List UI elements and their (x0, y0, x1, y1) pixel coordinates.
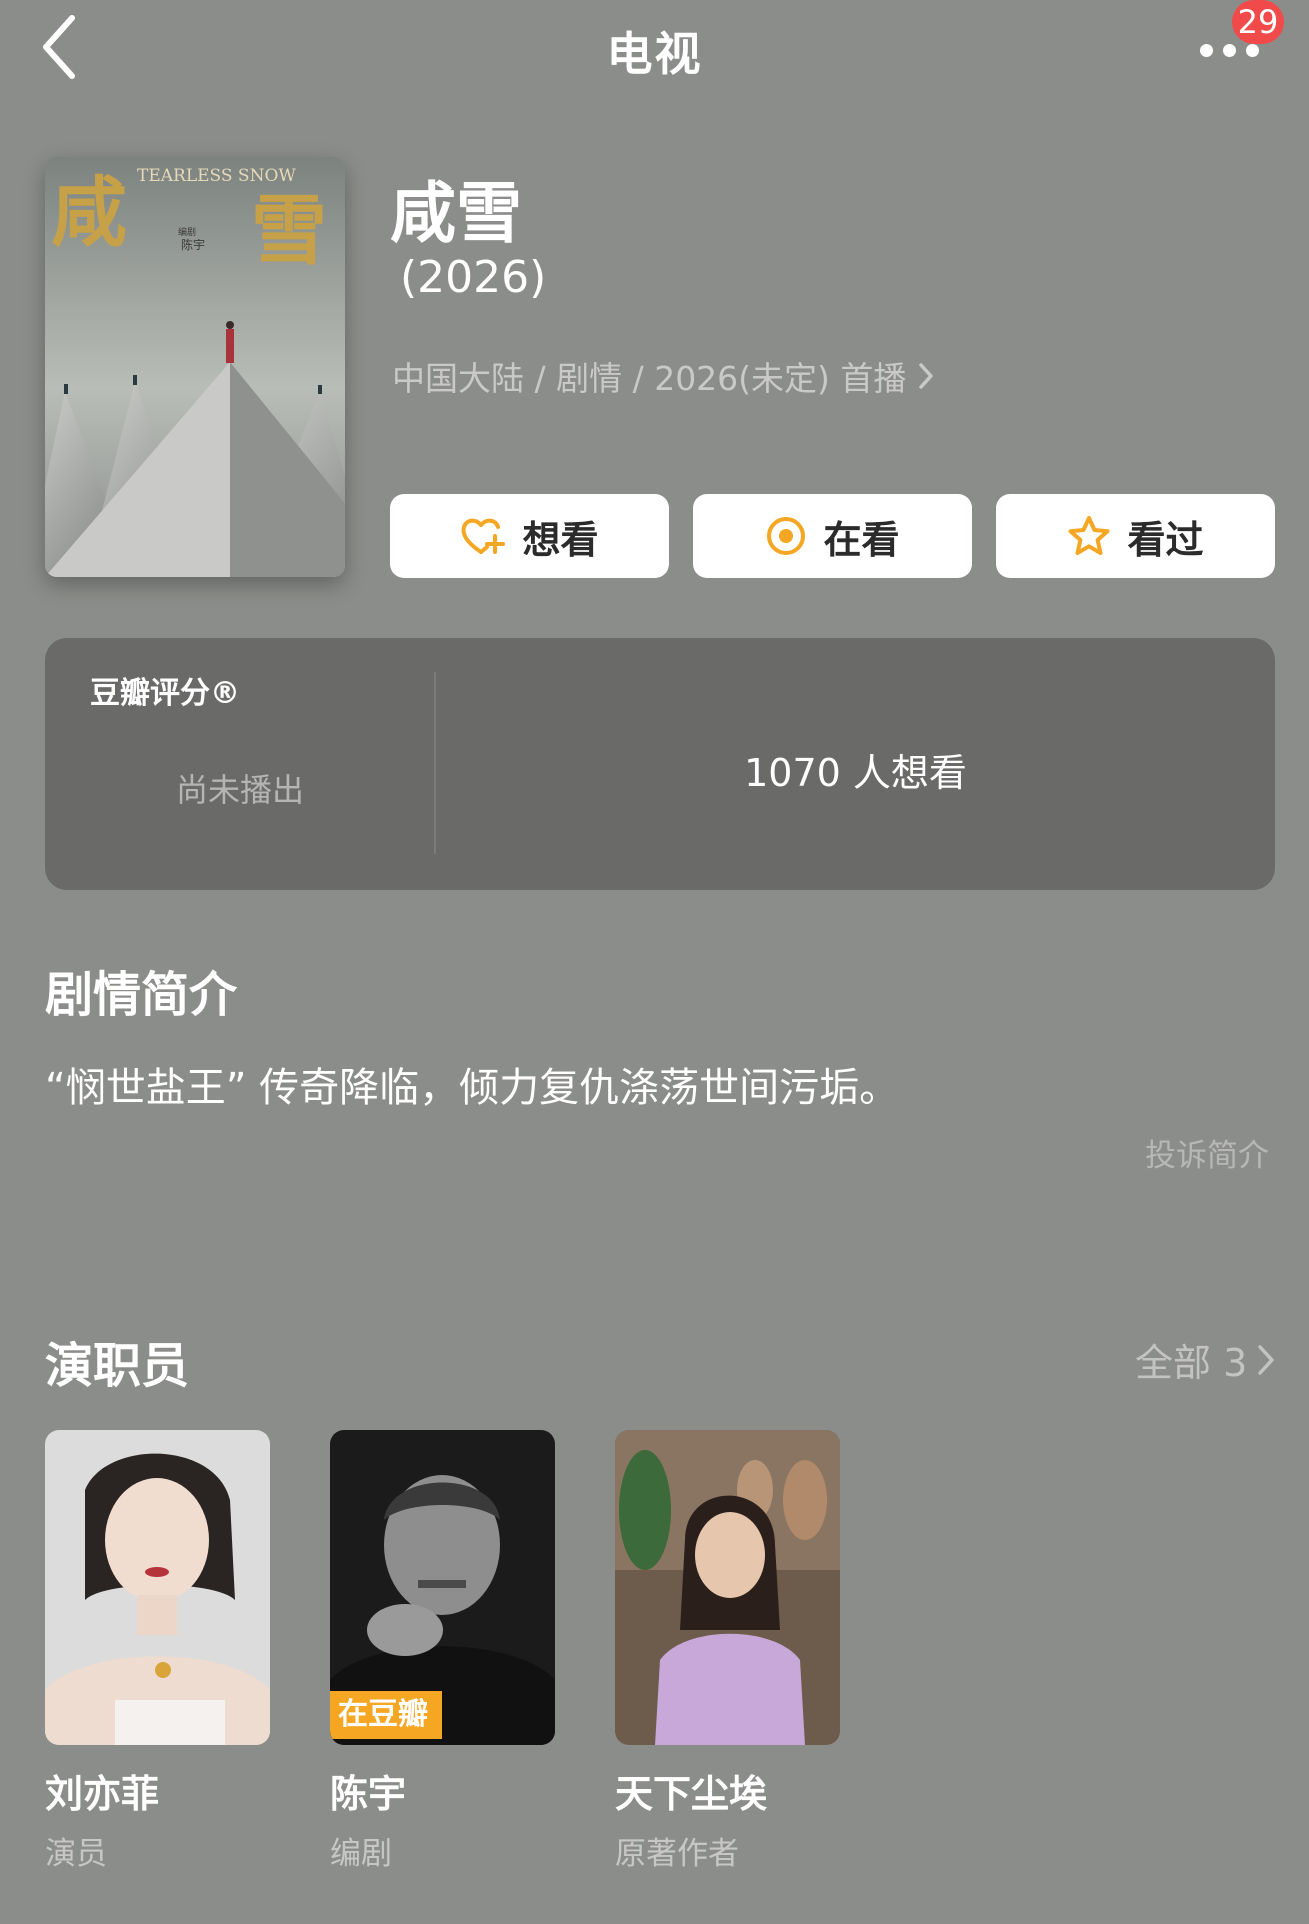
poster-title-left: 咸 (51, 168, 127, 257)
cast-card[interactable]: 刘亦菲 演员 (45, 1430, 270, 1873)
cast-card[interactable]: 在豆瓣 陈宇 编剧 (330, 1430, 555, 1873)
cast-photo (45, 1430, 270, 1745)
target-icon (767, 517, 806, 555)
cast-role: 原著作者 (615, 1836, 739, 1872)
watched-button[interactable]: 看过 (996, 494, 1275, 578)
page-title: 电视 (606, 27, 703, 81)
want-count: 1070 人想看 (744, 751, 967, 795)
more-dot (1223, 44, 1236, 57)
poster-title-right: 雪 (251, 186, 327, 275)
want-to-watch-button[interactable]: 想看 (390, 494, 669, 578)
poster-english-title: TEARLESS SNOW (137, 166, 296, 186)
cast-card[interactable]: 天下尘埃 原著作者 (615, 1430, 840, 1873)
watching-label: 在看 (823, 517, 900, 562)
show-year: (2026) (400, 252, 547, 303)
more-dots-icon (1200, 44, 1213, 57)
notification-badge: 29 (1232, 0, 1284, 44)
rating-status: 尚未播出 (175, 771, 304, 809)
chevron-right-icon (919, 363, 934, 389)
portrait-image (615, 1430, 840, 1745)
portrait-image (45, 1430, 270, 1745)
more-dot (1246, 44, 1259, 57)
synopsis-text: “悯世盐王” 传奇降临，倾力复仇涤荡世间污垢。 (45, 1065, 900, 1111)
cast-photo (615, 1430, 840, 1745)
show-title: 咸雪 (390, 175, 522, 252)
douban-rating-label: 豆瓣评分® (90, 676, 240, 711)
cast-role: 编剧 (330, 1836, 392, 1872)
cast-role: 演员 (45, 1836, 107, 1872)
cast-all-link[interactable]: 全部 3 (1135, 1332, 1275, 1387)
show-meta-text: 中国大陆 / 剧情 / 2026(未定) 首播 (392, 359, 907, 398)
poster-writer-credit: 编剧 (178, 226, 196, 238)
heart-plus-icon (462, 518, 506, 554)
poster-image[interactable]: 咸 雪 TEARLESS SNOW 编剧 陈宇 (45, 157, 345, 577)
star-icon (1068, 516, 1110, 555)
show-meta-link[interactable]: 中国大陆 / 剧情 / 2026(未定) 首播 (392, 352, 934, 400)
cast-name: 刘亦菲 (45, 1772, 160, 1816)
cast-heading: 演职员 (45, 1338, 190, 1394)
poster-art: 咸 雪 TEARLESS SNOW 编剧 陈宇 (45, 157, 345, 577)
watched-label: 看过 (1127, 517, 1204, 562)
on-douban-tag: 在豆瓣 (330, 1691, 442, 1739)
poster-writer-name: 陈宇 (181, 237, 205, 252)
cast-name: 天下尘埃 (615, 1772, 768, 1816)
synopsis-heading: 剧情简介 (45, 967, 238, 1023)
want-to-watch-label: 想看 (522, 517, 599, 562)
chevron-right-icon (1258, 1344, 1275, 1375)
cast-name: 陈宇 (330, 1772, 407, 1816)
report-synopsis-link[interactable]: 投诉简介 (1145, 1130, 1269, 1175)
cast-photo: 在豆瓣 (330, 1430, 555, 1745)
cast-all-label: 全部 3 (1135, 1341, 1248, 1385)
watching-button[interactable]: 在看 (693, 494, 972, 578)
